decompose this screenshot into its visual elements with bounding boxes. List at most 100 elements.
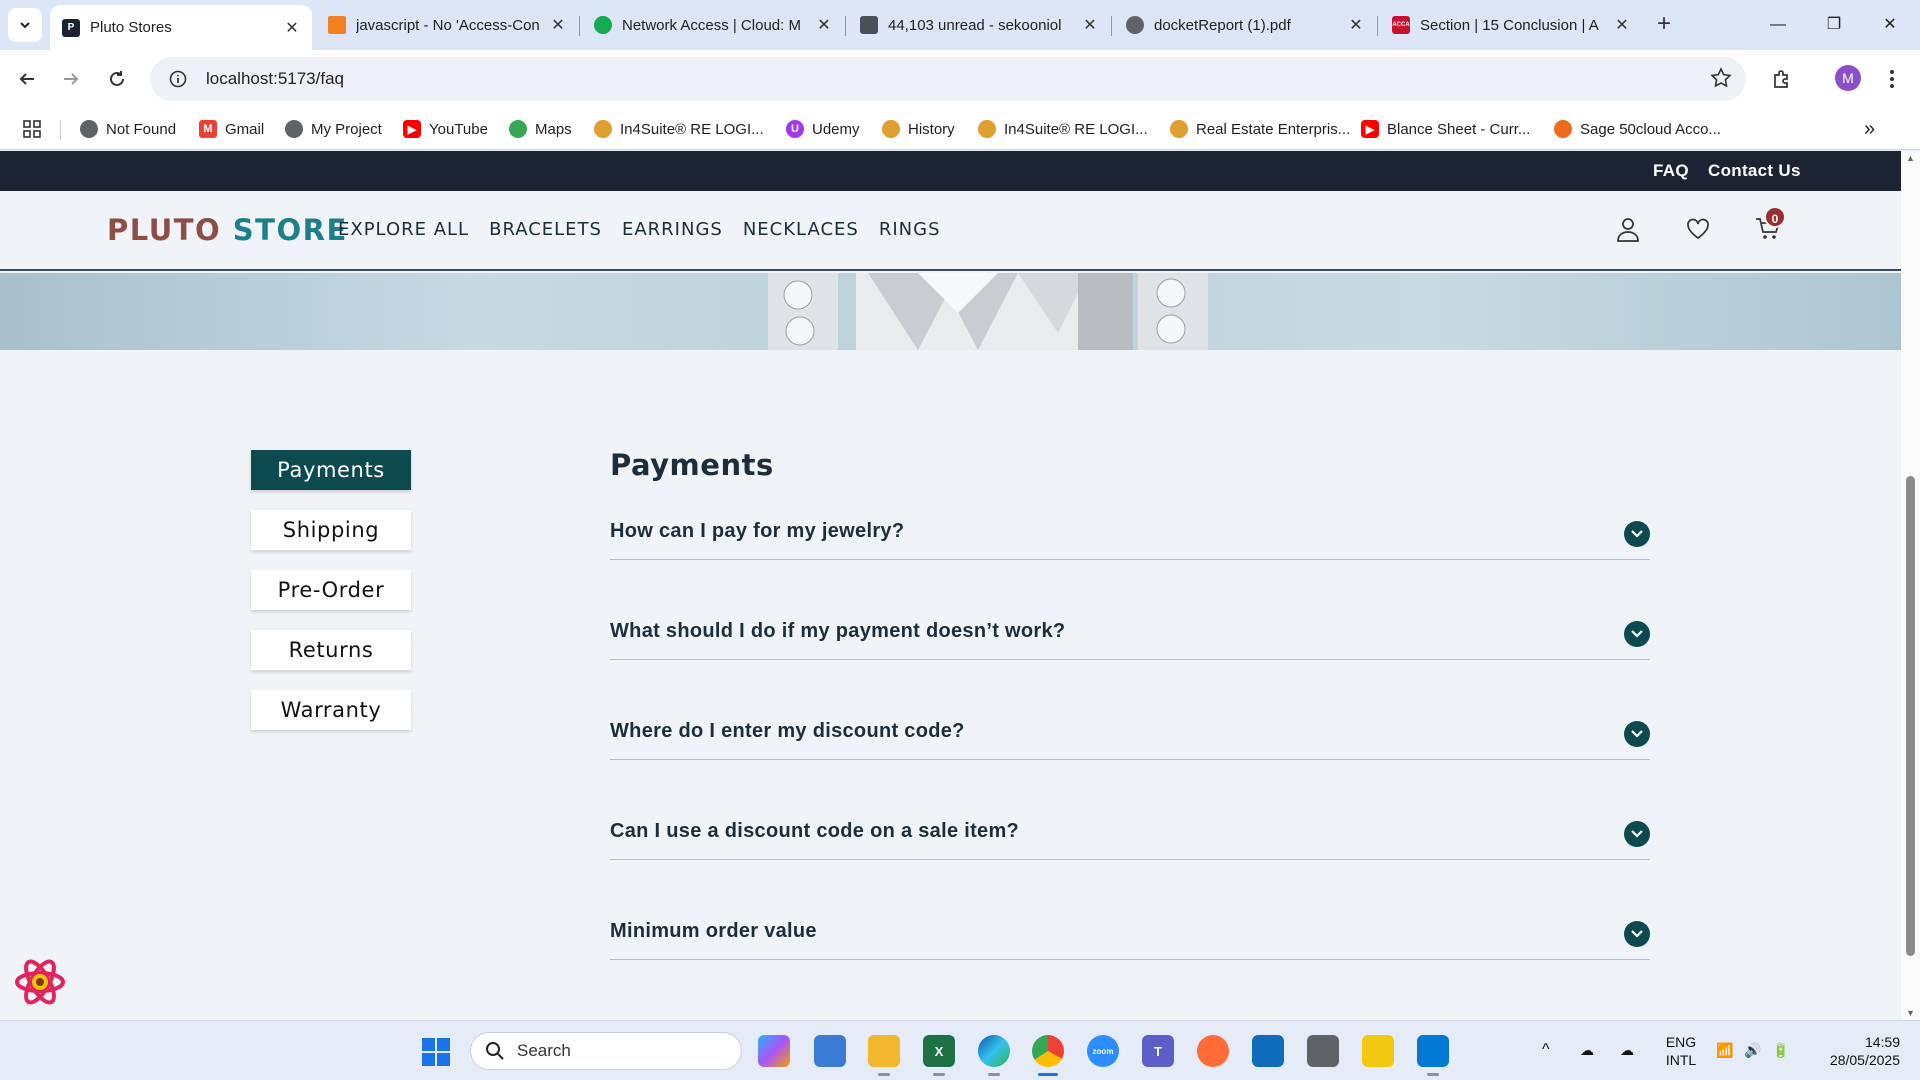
contact-link[interactable]: Contact Us	[1708, 161, 1801, 181]
close-icon[interactable]: ✕	[1612, 15, 1632, 35]
wishlist-button[interactable]	[1682, 213, 1714, 245]
bookmark-label: YouTube	[429, 120, 488, 138]
file-explorer-icon[interactable]	[868, 1035, 900, 1067]
close-icon[interactable]: ✕	[814, 15, 834, 35]
faq-category-warranty[interactable]: Warranty	[251, 690, 411, 730]
nav-rings[interactable]: RINGS	[879, 219, 941, 240]
teams-meeting-icon[interactable]	[814, 1035, 846, 1067]
page-scrollbar[interactable]: ▲ ▼	[1901, 151, 1920, 1020]
faq-question[interactable]: Can I use a discount code on a sale item…	[610, 820, 1019, 843]
faq-category-payments[interactable]: Payments	[251, 450, 411, 490]
volume-icon[interactable]: 🔊	[1744, 1041, 1761, 1059]
bookmarks-overflow-button[interactable]: »	[1864, 118, 1875, 140]
copilot-icon[interactable]	[758, 1035, 790, 1067]
faq-item[interactable]: Where do I enter my discount code?	[610, 660, 1650, 760]
language-indicator[interactable]: ENG INTL	[1664, 1033, 1698, 1069]
chevron-down-icon[interactable]	[1624, 821, 1650, 847]
faq-link[interactable]: FAQ	[1653, 161, 1689, 181]
nav-explore-all[interactable]: EXPLORE ALL	[338, 219, 469, 240]
faq-item[interactable]: What should I do if my payment doesn’t w…	[610, 560, 1650, 660]
onedrive-icon[interactable]: ☁	[1580, 1041, 1594, 1059]
wifi-icon[interactable]: 📶	[1716, 1041, 1733, 1059]
close-icon[interactable]: ✕	[548, 15, 568, 35]
faq-category-shipping[interactable]: Shipping	[251, 510, 411, 550]
restore-button[interactable]: ❐	[1814, 10, 1854, 40]
nav-earrings[interactable]: EARRINGS	[622, 219, 723, 240]
bookmark-balance-sheet[interactable]: ▶ Blance Sheet - Curr...	[1361, 118, 1530, 140]
bookmark-in4suite-1[interactable]: In4Suite® RE LOGI...	[594, 118, 764, 140]
zoom-icon[interactable]: zoom	[1087, 1035, 1119, 1067]
teams-icon[interactable]: T	[1142, 1035, 1174, 1067]
bookmark-maps[interactable]: Maps	[509, 118, 572, 140]
bookmark-not-found[interactable]: Not Found	[80, 118, 176, 140]
url-text[interactable]: localhost:5173/faq	[206, 69, 344, 89]
faq-item[interactable]: Can I use a discount code on a sale item…	[610, 760, 1650, 860]
reload-button[interactable]	[101, 63, 133, 95]
edge-icon[interactable]	[978, 1035, 1010, 1067]
close-icon[interactable]: ✕	[282, 18, 302, 38]
calculator-icon[interactable]	[1307, 1035, 1339, 1067]
site-logo[interactable]: PLUTO STORE	[107, 213, 348, 247]
scroll-down-arrow-icon[interactable]: ▼	[1905, 1008, 1916, 1018]
bookmark-real-estate[interactable]: Real Estate Enterpris...	[1170, 118, 1350, 140]
chevron-down-icon[interactable]	[1624, 621, 1650, 647]
profile-avatar[interactable]: M	[1835, 65, 1861, 91]
chevron-down-icon[interactable]	[1624, 921, 1650, 947]
nav-necklaces[interactable]: NECKLACES	[743, 219, 859, 240]
faq-category-pre-order[interactable]: Pre-Order	[251, 570, 411, 610]
tab-docket-report[interactable]: docketReport (1).pdf ✕	[1114, 7, 1376, 43]
battery-icon[interactable]: 🔋	[1772, 1041, 1789, 1059]
faq-question[interactable]: What should I do if my payment doesn’t w…	[610, 620, 1065, 643]
remote-desktop-icon[interactable]	[1252, 1035, 1284, 1067]
tab-search-button[interactable]	[8, 8, 42, 42]
scrollbar-thumb[interactable]	[1906, 476, 1915, 956]
bookmark-my-project[interactable]: My Project	[285, 118, 382, 140]
address-bar[interactable]: localhost:5173/faq	[150, 57, 1746, 101]
tab-network-access[interactable]: Network Access | Cloud: M ✕	[582, 7, 844, 43]
minimize-button[interactable]: —	[1758, 10, 1798, 40]
bookmark-history[interactable]: History	[882, 118, 955, 140]
bookmark-udemy[interactable]: U Udemy	[786, 118, 860, 140]
bookmark-gmail[interactable]: M Gmail	[199, 118, 264, 140]
faq-category-returns[interactable]: Returns	[251, 630, 411, 670]
excel-icon[interactable]: X	[923, 1035, 955, 1067]
nav-bracelets[interactable]: BRACELETS	[489, 219, 602, 240]
back-button[interactable]	[11, 63, 43, 95]
taskbar-search[interactable]: Search	[470, 1032, 742, 1070]
bookmark-star-icon[interactable]	[1710, 67, 1732, 94]
bookmark-youtube[interactable]: ▶ YouTube	[403, 118, 488, 140]
power-bi-icon[interactable]	[1362, 1035, 1394, 1067]
faq-item[interactable]: Minimum order value	[610, 860, 1650, 960]
chevron-down-icon[interactable]	[1624, 721, 1650, 747]
scroll-up-arrow-icon[interactable]: ▲	[1905, 153, 1916, 163]
extensions-button[interactable]	[1766, 63, 1798, 95]
faq-question[interactable]: How can I pay for my jewelry?	[610, 520, 904, 543]
tab-acca-section[interactable]: ACCA Section | 15 Conclusion | A ✕	[1380, 7, 1642, 43]
close-icon[interactable]: ✕	[1346, 15, 1366, 35]
cloud-sync-icon[interactable]: ☁	[1620, 1041, 1634, 1059]
tab-stackoverflow[interactable]: javascript - No 'Access-Con ✕	[316, 7, 578, 43]
postman-icon[interactable]	[1197, 1035, 1229, 1067]
faq-question[interactable]: Where do I enter my discount code?	[610, 720, 965, 743]
chrome-icon[interactable]	[1032, 1035, 1064, 1067]
faq-item[interactable]: How can I pay for my jewelry?	[610, 500, 1650, 560]
chevron-down-icon[interactable]	[1624, 521, 1650, 547]
browser-menu-button[interactable]	[1876, 63, 1908, 95]
close-window-button[interactable]: ✕	[1870, 10, 1910, 40]
new-tab-button[interactable]: +	[1650, 10, 1678, 38]
account-button[interactable]	[1612, 213, 1644, 245]
forward-button[interactable]	[55, 63, 87, 95]
chevron-up-icon[interactable]: ^	[1542, 1041, 1550, 1059]
vscode-icon[interactable]	[1417, 1035, 1449, 1067]
bookmark-sage[interactable]: Sage 50cloud Acco...	[1554, 118, 1721, 140]
bookmark-in4suite-2[interactable]: In4Suite® RE LOGI...	[978, 118, 1148, 140]
close-icon[interactable]: ✕	[1080, 15, 1100, 35]
apps-button[interactable]	[22, 118, 42, 140]
react-devtools-icon[interactable]	[14, 956, 66, 1008]
clock[interactable]: 14:59 28/05/2025	[1814, 1033, 1900, 1069]
faq-question[interactable]: Minimum order value	[610, 920, 817, 943]
tab-mail[interactable]: 44,103 unread - sekooniol ✕	[848, 7, 1110, 43]
site-info-icon[interactable]	[158, 70, 198, 88]
tab-pluto-stores[interactable]: P Pluto Stores ✕	[50, 5, 312, 50]
windows-start-icon[interactable]	[421, 1037, 451, 1067]
